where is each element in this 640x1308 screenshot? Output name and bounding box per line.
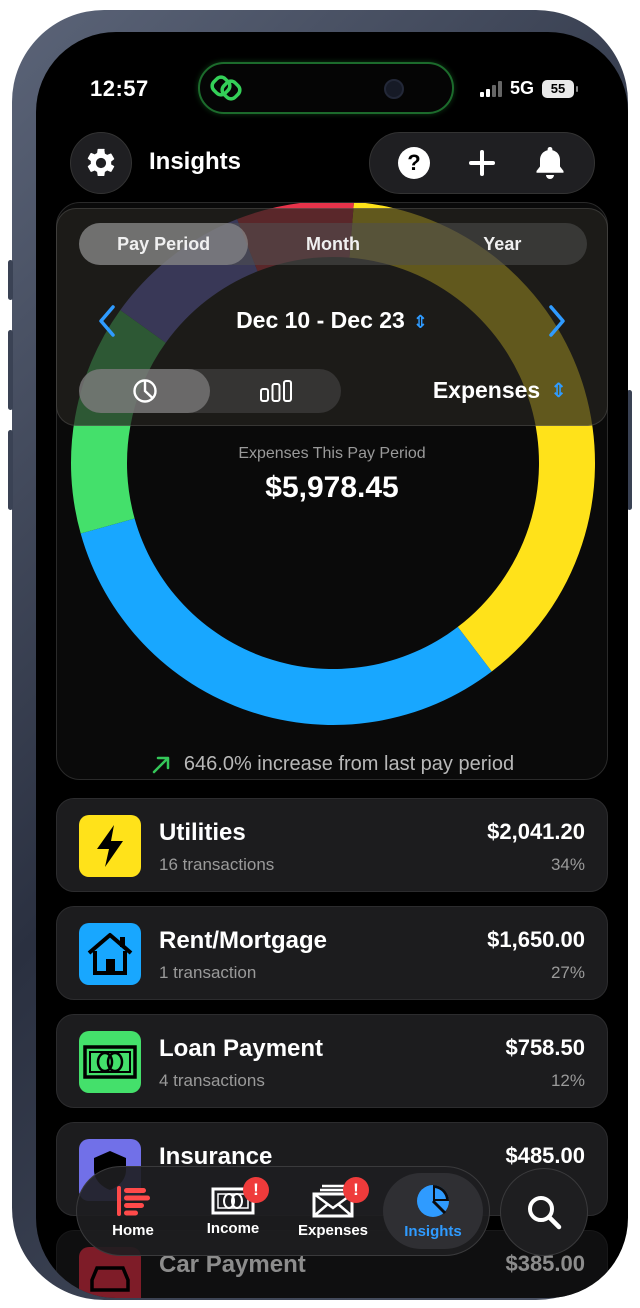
- chart-center-value: $5,978.45: [265, 471, 399, 504]
- search-button[interactable]: [500, 1168, 588, 1256]
- house-icon: [87, 933, 133, 975]
- tab-year[interactable]: Year: [418, 223, 587, 265]
- category-name: Rent/Mortgage: [159, 927, 327, 954]
- category-amount: $2,041.20: [487, 819, 585, 844]
- alert-badge: !: [343, 1177, 369, 1203]
- category-amount: $758.50: [505, 1035, 585, 1060]
- date-nav: Dec 10 - Dec 23 ⇕: [57, 291, 607, 347]
- category-row-utilities[interactable]: Utilities 16 transactions $2,041.20 34%: [56, 798, 608, 892]
- category-amount: $1,650.00: [487, 927, 585, 952]
- battery-icon: 55: [542, 79, 578, 98]
- home-bars-icon: [117, 1185, 150, 1216]
- bolt-icon: [97, 825, 123, 867]
- pie-chart-icon: [132, 379, 157, 403]
- banknote-icon: [83, 1045, 137, 1079]
- tab-insights[interactable]: Insights: [383, 1173, 483, 1249]
- dynamic-island: [198, 62, 454, 114]
- car-icon: [90, 1266, 130, 1292]
- category-row-loan-payment[interactable]: Loan Payment 4 transactions $758.50 12%: [56, 1014, 608, 1108]
- signal-icon: [479, 80, 502, 97]
- category-icon-tile: [79, 923, 141, 985]
- link-logo-icon: [210, 75, 242, 101]
- tab-pay-period[interactable]: Pay Period: [79, 223, 249, 265]
- question-circle-icon: ?: [398, 147, 430, 179]
- category-icon-tile: [79, 1031, 141, 1093]
- tab-label: Insights: [404, 1222, 462, 1240]
- tab-bar: Home Income ! Expenses ! Insights: [76, 1166, 490, 1256]
- add-button[interactable]: [462, 143, 502, 183]
- search-icon: [528, 1196, 562, 1230]
- tab-label: Home: [112, 1221, 154, 1239]
- donut-slice-rent-mortgage[interactable]: [80, 518, 492, 725]
- plus-icon: [469, 150, 495, 176]
- category-icon-tile: [79, 815, 141, 877]
- category-percent: 12%: [550, 1071, 585, 1090]
- tab-income[interactable]: Income !: [183, 1173, 283, 1249]
- header-actions: ?: [369, 132, 595, 194]
- gear-icon: [87, 148, 115, 177]
- arrow-up-right-icon: [152, 756, 170, 773]
- help-button[interactable]: ?: [394, 143, 434, 183]
- pie-view-button[interactable]: [79, 369, 210, 413]
- category-percent: 27%: [550, 963, 585, 982]
- phone-frame: 12:57 5G 55 Insights ? Expenses This Pay…: [8, 10, 632, 1300]
- volume-down-button: [8, 430, 13, 510]
- bell-icon: [536, 147, 564, 179]
- category-count: 1 transaction: [159, 963, 257, 982]
- category-count: 4 transactions: [159, 1071, 265, 1090]
- trend-text: 646.0% increase from last pay period: [183, 753, 515, 775]
- alert-badge: !: [243, 1177, 269, 1203]
- date-range-label: Dec 10 - Dec 23: [236, 307, 405, 333]
- mute-switch: [8, 260, 13, 300]
- chevron-updown-icon: ⇕: [412, 312, 428, 332]
- screen: 12:57 5G 55 Insights ? Expenses This Pay…: [36, 32, 628, 1298]
- notifications-button[interactable]: [530, 143, 570, 183]
- tab-label: Expenses: [297, 1221, 369, 1239]
- chevron-right-icon: [549, 305, 565, 337]
- svg-text:?: ?: [407, 150, 420, 175]
- tab-home[interactable]: Home: [83, 1173, 183, 1249]
- transaction-type-label: Expenses: [432, 377, 541, 403]
- category-amount: $485.00: [505, 1143, 585, 1168]
- category-name: Utilities: [159, 819, 246, 846]
- bar-view-button[interactable]: [210, 369, 341, 413]
- category-count: 16 transactions: [159, 855, 275, 874]
- volume-up-button: [8, 330, 13, 410]
- transaction-type-selector[interactable]: Expenses ⇕: [433, 377, 567, 404]
- page-title: Insights: [149, 148, 242, 175]
- category-row-rent-mortgage[interactable]: Rent/Mortgage 1 transaction $1,650.00 27…: [56, 906, 608, 1000]
- network-type: 5G: [509, 78, 534, 98]
- category-name: Loan Payment: [159, 1035, 324, 1062]
- chevron-updown-icon: ⇕: [550, 380, 567, 402]
- bar-chart-icon: [259, 380, 292, 402]
- tab-label: Income: [206, 1219, 260, 1237]
- date-range-selector[interactable]: Dec 10 - Dec 23 ⇕: [57, 307, 607, 334]
- pie-chart-icon: [417, 1184, 449, 1217]
- category-percent: 34%: [550, 855, 585, 874]
- settings-button[interactable]: [70, 132, 132, 194]
- next-period-button[interactable]: [537, 301, 577, 341]
- chart-center-label: Expenses This Pay Period: [238, 445, 426, 462]
- tab-month[interactable]: Month: [248, 223, 417, 265]
- chart-type-toggle: [79, 369, 341, 413]
- status-time: 12:57: [90, 76, 149, 101]
- status-indicators: 5G 55: [479, 78, 578, 99]
- period-segmented-control: Pay Period Month Year: [79, 223, 587, 265]
- tab-expenses[interactable]: Expenses !: [283, 1173, 383, 1249]
- trend-row: 646.0% increase from last pay period: [57, 753, 607, 776]
- front-camera: [384, 79, 404, 99]
- insights-controls: Pay Period Month Year Dec 10 - Dec 23 ⇕: [56, 208, 608, 426]
